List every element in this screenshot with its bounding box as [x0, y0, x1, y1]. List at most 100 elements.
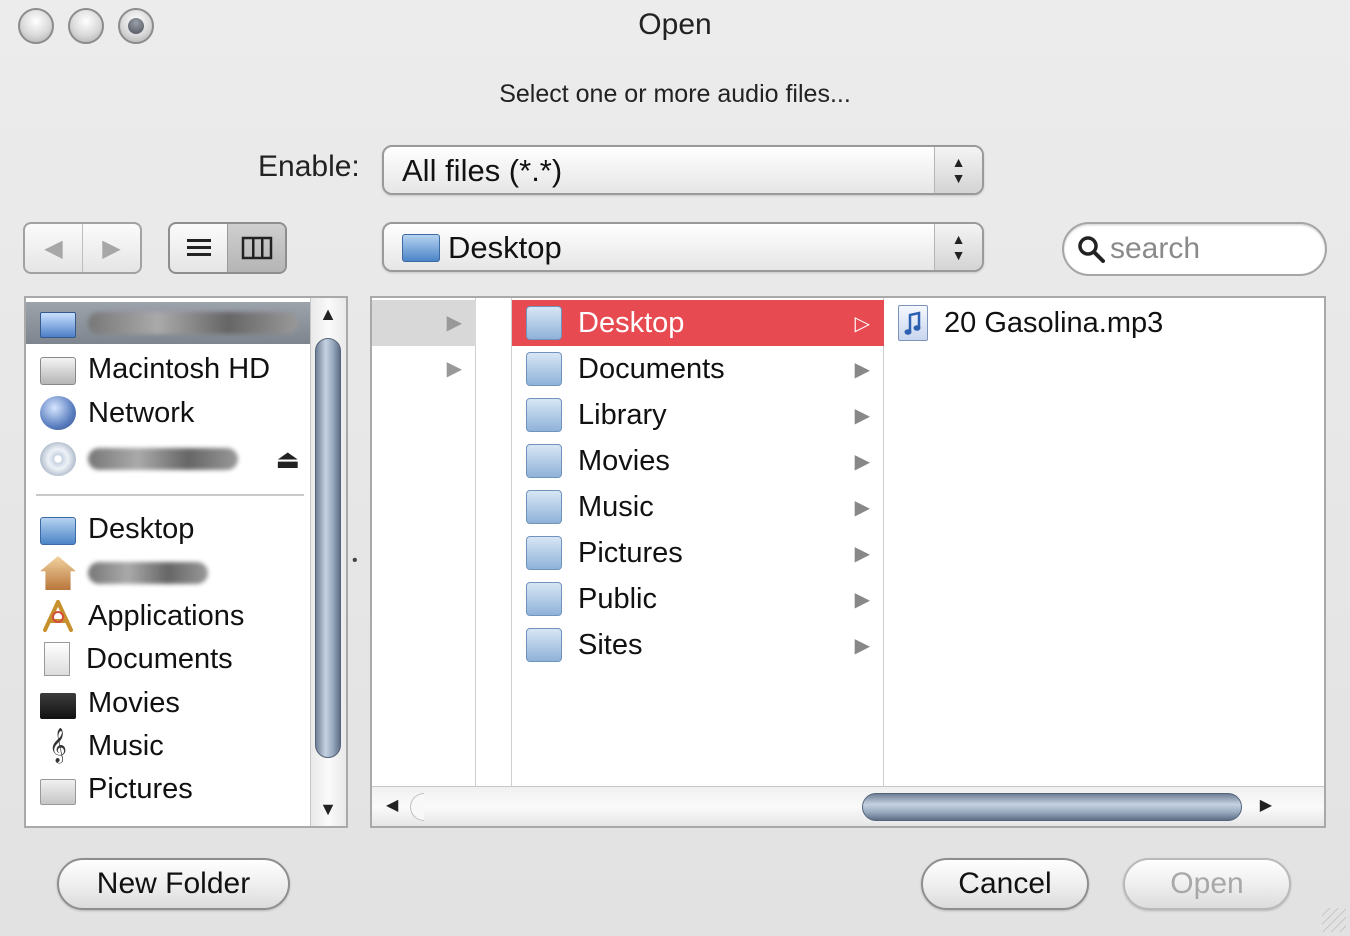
- sidebar-scroll-thumb[interactable]: [315, 338, 341, 758]
- file-row[interactable]: 20 Gasolina.mp3: [884, 300, 1264, 346]
- sidebar-item-disc[interactable]: ⏏: [26, 438, 312, 480]
- sidebar-item-movies[interactable]: Movies: [26, 682, 312, 724]
- documents-folder-icon: [526, 352, 562, 386]
- folder-row-documents[interactable]: Documents ▶: [512, 346, 884, 392]
- disc-icon: [40, 442, 76, 476]
- folder-name: Documents: [578, 352, 725, 385]
- sidebar-item-applications[interactable]: Applications: [26, 595, 312, 637]
- column-1-row[interactable]: ▶: [372, 300, 476, 346]
- audio-file-icon: [898, 305, 928, 341]
- eject-icon[interactable]: ⏏: [275, 444, 300, 475]
- computer-icon: [40, 312, 76, 338]
- popup-arrows-icon: ▲ ▼: [934, 147, 982, 193]
- sidebar-item-label: Network: [88, 396, 195, 429]
- folder-row-public[interactable]: Public ▶: [512, 576, 884, 622]
- folder-name: Sites: [578, 628, 643, 661]
- sidebar-item-label: Music: [88, 729, 164, 762]
- browser-column-1: ▶ ▶: [372, 298, 476, 786]
- sidebar-item-home[interactable]: [26, 552, 312, 594]
- list-view-icon[interactable]: [170, 224, 227, 272]
- network-globe-icon: [40, 396, 76, 430]
- disclosure-arrow-icon: ▶: [446, 358, 462, 380]
- pictures-icon: [40, 779, 76, 805]
- disclosure-arrow-icon: ▷: [854, 312, 870, 335]
- folder-row-desktop[interactable]: Desktop ▷: [512, 300, 884, 346]
- disclosure-arrow-icon: ▶: [854, 496, 870, 519]
- hard-drive-icon: [40, 357, 76, 385]
- movies-folder-icon: [526, 444, 562, 478]
- folder-row-pictures[interactable]: Pictures ▶: [512, 530, 884, 576]
- folder-row-library[interactable]: Library ▶: [512, 392, 884, 438]
- folder-name: Library: [578, 398, 667, 431]
- sidebar-item-label: Documents: [86, 642, 233, 675]
- open-button[interactable]: Open: [1123, 858, 1291, 910]
- scroll-down-arrow-icon[interactable]: ▼: [311, 799, 345, 820]
- sidebar-item-music[interactable]: 𝄞 Music: [26, 725, 312, 767]
- popup-arrows-icon: ▲ ▼: [934, 224, 982, 270]
- search-field[interactable]: [1062, 222, 1327, 276]
- cancel-button[interactable]: Cancel: [921, 858, 1089, 910]
- folder-row-movies[interactable]: Movies ▶: [512, 438, 884, 484]
- music-icon: 𝄞: [49, 729, 67, 762]
- desktop-folder-icon: [526, 306, 562, 340]
- applications-icon: [40, 599, 76, 633]
- disclosure-arrow-icon: ▶: [446, 312, 462, 334]
- folder-name: Music: [578, 490, 654, 523]
- desktop-icon: [40, 517, 76, 545]
- folder-row-sites[interactable]: Sites ▶: [512, 622, 884, 668]
- forward-arrow-icon[interactable]: ▶: [82, 224, 140, 272]
- sidebar-item-label: Pictures: [88, 772, 193, 805]
- sidebar-splitter-handle[interactable]: •: [352, 552, 358, 570]
- public-folder-icon: [526, 582, 562, 616]
- sites-folder-icon: [526, 628, 562, 662]
- sidebar-item-label: Applications: [88, 599, 245, 632]
- back-arrow-icon[interactable]: ◀: [25, 224, 82, 272]
- column-view-icon[interactable]: [227, 224, 285, 272]
- folder-name: Desktop: [578, 306, 685, 339]
- sidebar-item-macintosh-hd[interactable]: Macintosh HD: [26, 348, 312, 390]
- enable-label: Enable:: [258, 150, 360, 183]
- back-forward-control: ◀ ▶: [23, 222, 142, 274]
- scroll-up-arrow-icon[interactable]: ▲: [311, 304, 345, 325]
- folder-name: Pictures: [578, 536, 683, 569]
- scroll-right-arrow-icon[interactable]: ▶: [1260, 795, 1272, 815]
- disclosure-arrow-icon: ▶: [854, 404, 870, 427]
- document-icon: [44, 642, 70, 676]
- redacted-label: [88, 312, 298, 334]
- disclosure-arrow-icon: ▶: [854, 588, 870, 611]
- redacted-label: [88, 562, 208, 584]
- home-icon: [40, 556, 76, 590]
- music-folder-icon: [526, 490, 562, 524]
- open-dialog: Open Select one or more audio files... E…: [0, 0, 1350, 936]
- dialog-prompt: Select one or more audio files...: [499, 80, 851, 108]
- browser-column-2: Desktop ▷ Documents ▶ Library ▶ Movies ▶…: [512, 298, 884, 786]
- sidebar: Macintosh HD Network ⏏ Desktop Applicati…: [24, 296, 348, 828]
- sidebar-item-documents[interactable]: Documents: [26, 638, 312, 680]
- sidebar-divider: [36, 494, 304, 496]
- window-title: Open: [638, 8, 712, 41]
- browser-scroll-thumb[interactable]: [862, 793, 1242, 821]
- resize-grip-icon[interactable]: [1322, 908, 1346, 932]
- desktop-folder-icon: [402, 234, 440, 262]
- library-folder-icon: [526, 398, 562, 432]
- folder-name: Movies: [578, 444, 670, 477]
- sidebar-item-pictures[interactable]: Pictures: [26, 768, 312, 810]
- new-folder-button[interactable]: New Folder: [57, 858, 290, 910]
- search-input[interactable]: [1110, 232, 1310, 266]
- path-popup[interactable]: Desktop ▲ ▼: [382, 222, 984, 272]
- disclosure-arrow-icon: ▶: [854, 634, 870, 657]
- file-name: 20 Gasolina.mp3: [944, 306, 1164, 339]
- column-browser: ▶ ▶ || Desktop ▷ Documents ▶ Library ▶: [370, 296, 1326, 828]
- sidebar-item-computer[interactable]: [26, 302, 312, 344]
- sidebar-item-label: Movies: [88, 686, 180, 719]
- sidebar-vertical-scrollbar[interactable]: ▲ ▼: [310, 298, 346, 826]
- scroll-left-arrow-icon[interactable]: ◀: [386, 795, 398, 815]
- column-1-row[interactable]: ▶: [372, 346, 476, 392]
- view-mode-control: [168, 222, 287, 274]
- browser-horizontal-scrollbar[interactable]: ◀ ▶: [372, 786, 1324, 826]
- folder-row-music[interactable]: Music ▶: [512, 484, 884, 530]
- sidebar-item-desktop[interactable]: Desktop: [26, 508, 312, 550]
- file-type-filter-popup[interactable]: All files (*.*) ▲ ▼: [382, 145, 984, 195]
- sidebar-item-network[interactable]: Network: [26, 392, 312, 434]
- disclosure-arrow-icon: ▶: [854, 358, 870, 381]
